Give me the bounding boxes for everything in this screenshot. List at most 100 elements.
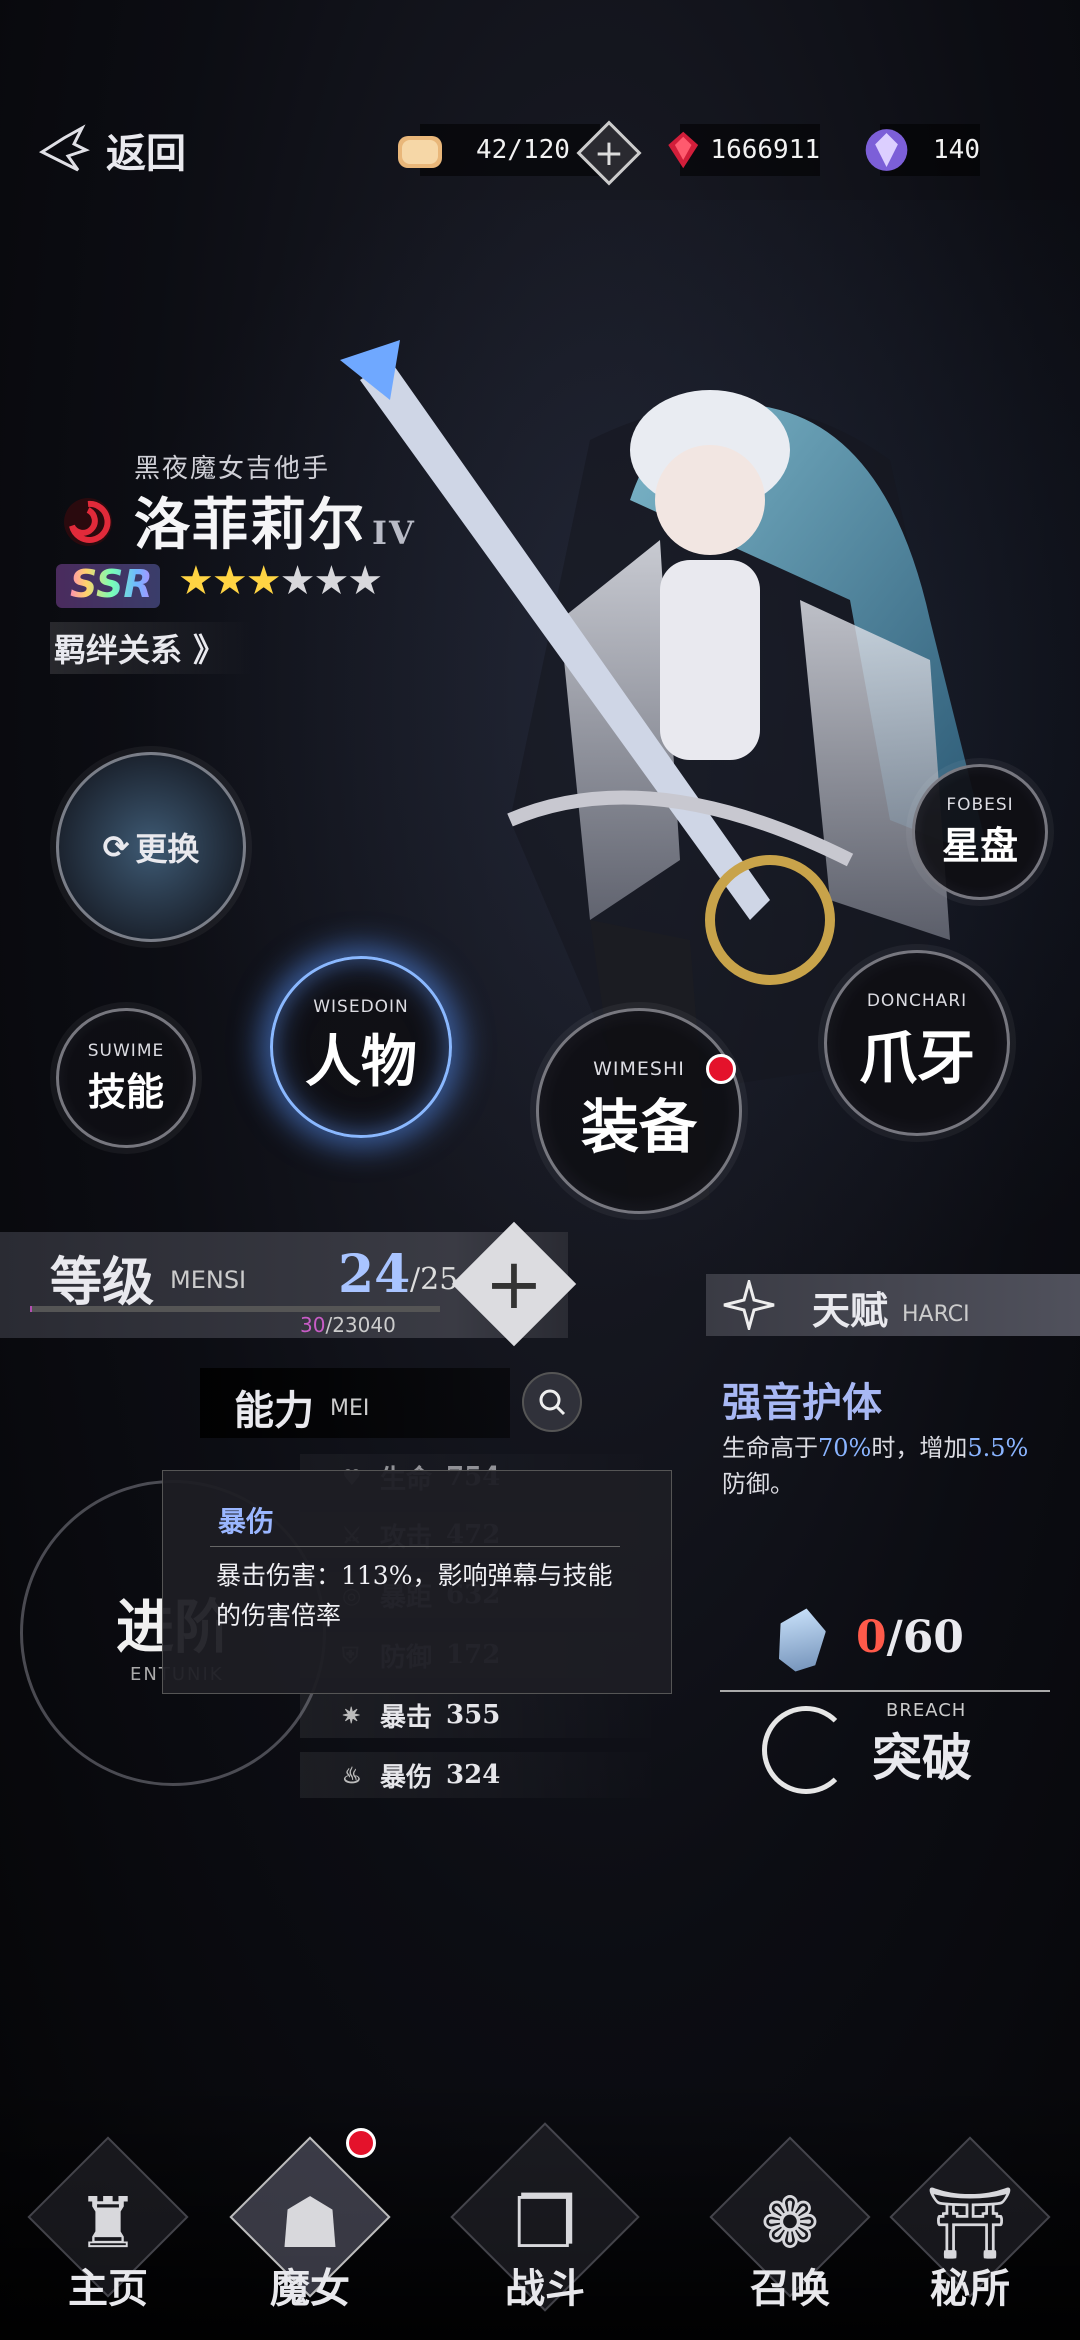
star-icon: ★ [211,558,248,604]
tab-person[interactable]: WISEDOIN 人物 [270,956,452,1138]
stat-row-critdmg: ♨ 暴伤 324 [300,1752,662,1798]
ability-label-en: MEI [330,1396,370,1421]
nav-home-label: 主页 [68,2265,148,2312]
stamina-counter: 42/120 [398,124,600,176]
gems-counter: 1666911 [668,124,820,176]
star-rating: ★★★★★★ [178,558,383,604]
level-label-en: MENSI [170,1266,247,1294]
rarity-badge: SSR [62,562,161,606]
bread-icon [398,136,442,168]
nav-battle[interactable]: ❐ 战斗 [450,2122,640,2320]
exp-max: /23040 [325,1313,396,1337]
talent-desc-text: 时，增加 [871,1434,968,1462]
rose-icon: ❁ [760,2182,820,2264]
plus-icon: + [484,1243,544,1325]
stat-name: 暴伤 [380,1762,433,1793]
star-empty-icon: ★ [347,558,383,604]
refresh-icon: ⟳ [102,828,130,866]
bond-relations-button[interactable]: 羁绊关系 》 [50,622,254,674]
talent-star-icon [723,1280,775,1330]
plus-icon: + [593,132,625,174]
exp-bar-track [30,1306,440,1312]
red-gem-icon [668,131,699,169]
equipment-notification-dot [706,1054,736,1084]
nav-secret-label: 秘所 [930,2265,1010,2312]
exp-bar-fill [30,1306,32,1312]
equip-en: WIMESHI [593,1058,685,1080]
breach-crystal-icon [773,1604,829,1675]
star-empty-icon: ★ [279,558,316,604]
change-character-button[interactable]: ⟳ 更换 [56,752,246,942]
star-icon: ★ [178,558,214,604]
breach-current: 0 [856,1612,887,1663]
level-current: 24 [338,1244,411,1305]
change-label: 更换 [135,830,200,868]
witch-notification-dot [346,2128,376,2158]
character-name: 洛菲莉尔 IV [134,480,416,561]
tooltip-title: 暴伤 [218,1505,275,1538]
person-en: WISEDOIN [313,996,409,1017]
nav-witch[interactable]: ☗ 魔女 [229,2130,391,2320]
star-empty-icon: ★ [313,558,349,604]
level-max: /25 [410,1262,459,1297]
claw-en: DONCHARI [866,991,968,1011]
talent-description: 生命高于70%时，增加5.5% 防御。 [722,1430,1062,1502]
stamina-value: 42/120 [476,135,570,165]
bond-label: 羁绊关系 》 [54,631,226,669]
breach-count: 0/60 [856,1612,964,1663]
talent-desc-highlight: 5.5% [967,1434,1029,1462]
level-up-button[interactable]: + [451,1221,577,1347]
talent-name: 强音护体 [722,1379,882,1426]
gems-value: 1666911 [710,135,820,165]
exp-current: 30 [300,1313,326,1337]
starchart-button[interactable]: FOBESI 星盘 [912,764,1048,900]
level-label: 等级 [50,1252,155,1313]
element-swirl-icon [64,498,112,546]
talent-desc-highlight: 70% [818,1434,872,1462]
tooltip-divider [210,1546,620,1547]
starchart-label: 星盘 [941,822,1018,868]
exp-text: 30/23040 [300,1313,396,1337]
claw-label: 爪牙 [858,1024,975,1092]
crystal-icon [865,129,908,171]
crit-icon: ✷ [342,1703,361,1729]
tab-claw[interactable]: DONCHARI 爪牙 [824,950,1010,1136]
tab-equipment[interactable]: WIMESHI 装备 [536,1008,742,1214]
breach-max: /60 [886,1612,964,1663]
ability-label: 能力 [234,1387,314,1434]
equip-label: 装备 [580,1093,697,1161]
stat-value: 355 [446,1700,501,1730]
nav-witch-label: 魔女 [270,2265,350,2312]
nav-summon[interactable]: ❁ 召唤 [709,2130,871,2320]
nav-home[interactable]: ♜ 主页 [27,2130,189,2320]
person-label: 人物 [305,1028,417,1095]
nav-battle-label: 战斗 [505,2265,585,2312]
search-icon [539,1389,566,1416]
breach-button[interactable]: 突破 [872,1718,972,1790]
starchart-en: FOBESI [946,794,1014,815]
flame-icon: ♨ [342,1763,362,1789]
witch-hood-icon: ☗ [278,2182,342,2264]
castle-icon: ♜ [76,2182,140,2264]
skill-button[interactable]: SUWIME 技能 [56,1008,196,1148]
breach-divider [720,1690,1050,1692]
stat-value: 324 [446,1760,501,1790]
ability-detail-button[interactable] [522,1372,582,1432]
crystals-value: 140 [933,135,980,165]
back-label: 返回 [106,130,186,177]
book-icon: ❐ [513,2182,577,2264]
talent-label-en: HARCI [902,1302,970,1327]
talent-label: 天赋 [812,1288,889,1333]
top-bar: 返回 42/120 + 1666911 140 [0,110,1080,190]
nav-secret[interactable]: ⛩ 秘所 [889,2130,1051,2320]
back-button[interactable]: 返回 [34,120,186,180]
gate-icon: ⛩ [925,2182,1015,2264]
stat-name: 暴击 [380,1702,433,1733]
character-rank: IV [372,514,416,552]
talent-desc-text: 防御。 [722,1470,794,1498]
skill-en: SUWIME [87,1040,165,1061]
crystals-counter: 140 [865,124,980,176]
breach-swirl-icon [762,1706,850,1794]
talent-desc-text: 生命高于 [722,1434,818,1462]
tooltip-body: 暴击伤害：113%，影响弹幕与技能的伤害倍率 [216,1561,613,1630]
